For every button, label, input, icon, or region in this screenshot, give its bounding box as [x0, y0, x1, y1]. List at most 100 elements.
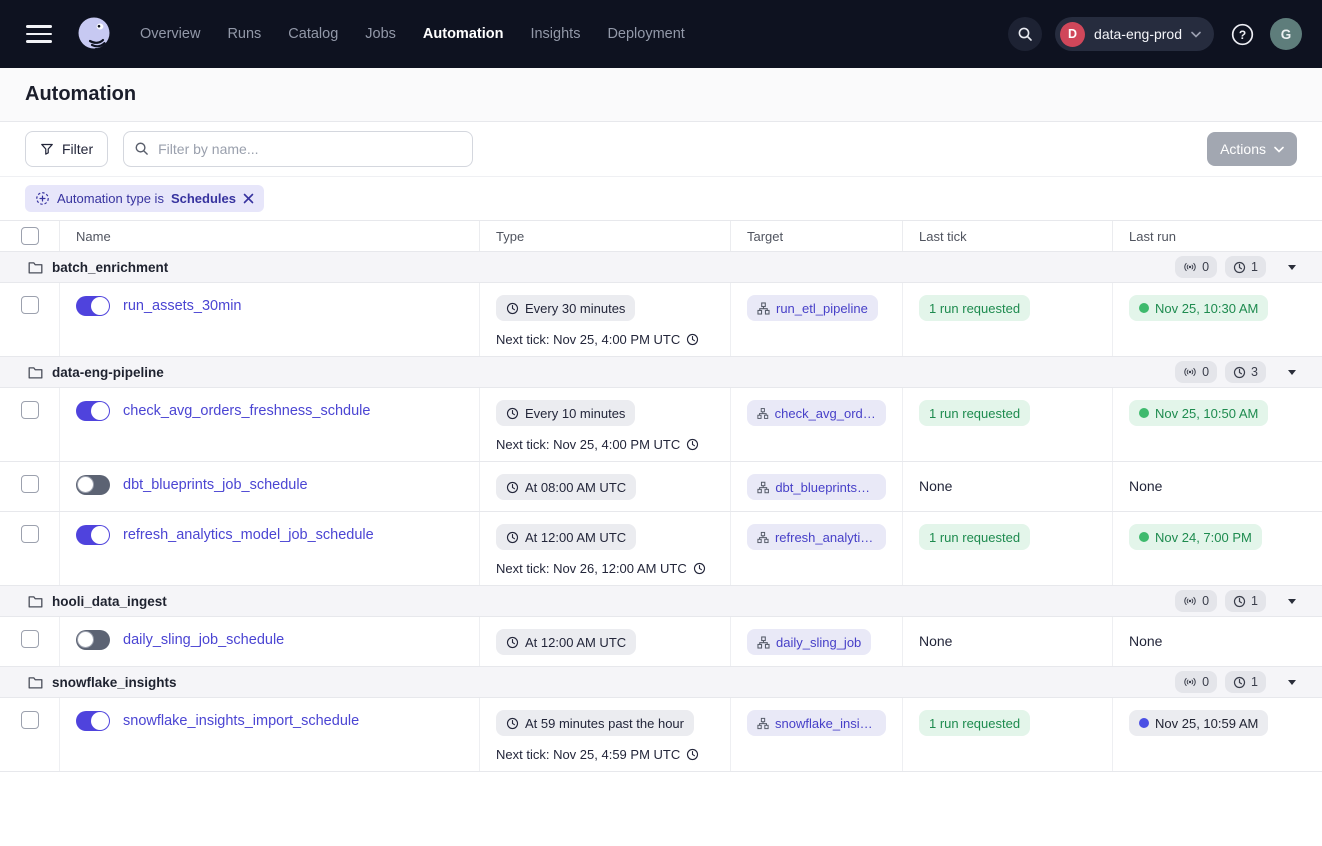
group-sensor-count: 0 — [1202, 594, 1209, 608]
chevron-down-icon — [1274, 146, 1284, 153]
schedule-row: dbt_blueprints_job_schedule At 08:00 AM … — [0, 462, 1322, 512]
schedule-name-link[interactable]: dbt_blueprints_job_schedule — [123, 475, 308, 495]
group-row[interactable]: snowflake_insights 0 1 — [0, 667, 1322, 698]
run-status-dot — [1139, 303, 1149, 313]
nav-item-automation[interactable]: Automation — [423, 26, 504, 42]
folder-icon — [28, 676, 43, 689]
last-run-pill[interactable]: Nov 24, 7:00 PM — [1129, 524, 1262, 550]
sensor-count-badge: 0 — [1175, 590, 1217, 612]
next-tick: Next tick: Nov 25, 4:00 PM UTC — [496, 332, 714, 347]
schedule-name-link[interactable]: refresh_analytics_model_job_schedule — [123, 525, 374, 545]
search-icon — [134, 141, 149, 156]
group-row[interactable]: hooli_data_ingest 0 1 — [0, 586, 1322, 617]
schedule-toggle[interactable] — [76, 630, 110, 650]
last-tick-cell: 1 run requested — [903, 388, 1113, 461]
last-run-pill[interactable]: Nov 25, 10:30 AM — [1129, 295, 1268, 321]
search-icon — [1017, 26, 1033, 42]
clock-icon — [1233, 366, 1246, 379]
group-expand-caret[interactable] — [1288, 265, 1296, 270]
job-graph-icon — [757, 636, 770, 649]
schedule-name-link[interactable]: snowflake_insights_import_schedule — [123, 711, 359, 731]
automation-type-filter-chip[interactable]: Automation type is Schedules — [25, 185, 264, 212]
last-tick-label: 1 run requested — [929, 406, 1020, 421]
nav-item-insights[interactable]: Insights — [530, 26, 580, 42]
group-schedule-count: 1 — [1251, 260, 1258, 274]
schedule-type-label: At 12:00 AM UTC — [525, 635, 626, 650]
last-tick-cell: 1 run requested — [903, 512, 1113, 585]
last-run-cell: Nov 25, 10:59 AM — [1113, 698, 1322, 771]
group-row[interactable]: batch_enrichment 0 1 — [0, 252, 1322, 283]
nav-item-overview[interactable]: Overview — [140, 26, 200, 42]
clock-icon — [506, 302, 519, 315]
target-pill[interactable]: snowflake_insights — [747, 710, 886, 736]
help-button[interactable]: ? — [1227, 19, 1257, 49]
nav-item-deployment[interactable]: Deployment — [607, 26, 684, 42]
last-tick-pill: 1 run requested — [919, 295, 1030, 321]
last-tick-cell: None — [903, 617, 1113, 666]
last-tick-label: 1 run requested — [929, 530, 1020, 545]
target-pill[interactable]: check_avg_orders_ — [747, 400, 886, 426]
user-avatar[interactable]: G — [1270, 18, 1302, 50]
last-run-pill[interactable]: Nov 25, 10:50 AM — [1129, 400, 1268, 426]
next-tick-label: Next tick: Nov 26, 12:00 AM UTC — [496, 561, 687, 576]
last-run-cell: None — [1113, 462, 1322, 511]
hamburger-menu-icon[interactable] — [26, 25, 52, 43]
group-row[interactable]: data-eng-pipeline 0 3 — [0, 357, 1322, 388]
schedule-row: check_avg_orders_freshness_schdule Every… — [0, 388, 1322, 462]
row-checkbox[interactable] — [21, 475, 39, 493]
target-pill[interactable]: dbt_blueprints_job — [747, 474, 886, 500]
last-tick-pill: 1 run requested — [919, 524, 1030, 550]
row-checkbox[interactable] — [21, 296, 39, 314]
target-pill[interactable]: daily_sling_job — [747, 629, 871, 655]
filter-chip-value: Schedules — [171, 191, 236, 206]
schedule-toggle[interactable] — [76, 401, 110, 421]
job-graph-icon — [757, 481, 769, 494]
schedule-type-label: At 59 minutes past the hour — [525, 716, 684, 731]
nav-item-runs[interactable]: Runs — [227, 26, 261, 42]
nav-item-catalog[interactable]: Catalog — [288, 26, 338, 42]
group-expand-caret[interactable] — [1288, 599, 1296, 604]
target-pill[interactable]: refresh_analytics_r — [747, 524, 886, 550]
nav-item-jobs[interactable]: Jobs — [365, 26, 396, 42]
column-header-type: Type — [480, 221, 731, 251]
schedule-type-pill: Every 30 minutes — [496, 295, 635, 321]
last-run-cell: None — [1113, 617, 1322, 666]
schedule-row: snowflake_insights_import_schedule At 59… — [0, 698, 1322, 772]
select-all-checkbox[interactable] — [21, 227, 39, 245]
schedule-type-label: Every 10 minutes — [525, 406, 625, 421]
schedule-row: run_assets_30min Every 30 minutes Next t… — [0, 283, 1322, 357]
group-expand-caret[interactable] — [1288, 370, 1296, 375]
deployment-switcher[interactable]: D data-eng-prod — [1055, 17, 1214, 51]
filter-button[interactable]: Filter — [25, 131, 108, 167]
schedule-name-link[interactable]: daily_sling_job_schedule — [123, 630, 284, 650]
row-checkbox[interactable] — [21, 630, 39, 648]
name-filter-input[interactable] — [123, 131, 473, 167]
schedule-toggle[interactable] — [76, 525, 110, 545]
group-schedule-count: 1 — [1251, 594, 1258, 608]
schedule-name-link[interactable]: run_assets_30min — [123, 296, 242, 316]
sensor-count-badge: 0 — [1175, 361, 1217, 383]
schedule-count-badge: 3 — [1225, 361, 1266, 383]
row-checkbox[interactable] — [21, 401, 39, 419]
last-run-cell: Nov 24, 7:00 PM — [1113, 512, 1322, 585]
group-expand-caret[interactable] — [1288, 680, 1296, 685]
schedule-toggle[interactable] — [76, 475, 110, 495]
schedule-name-link[interactable]: check_avg_orders_freshness_schdule — [123, 401, 370, 421]
run-status-dot — [1139, 408, 1149, 418]
schedule-count-badge: 1 — [1225, 671, 1266, 693]
schedule-toggle[interactable] — [76, 296, 110, 316]
actions-button[interactable]: Actions — [1207, 132, 1297, 166]
last-run-pill[interactable]: Nov 25, 10:59 AM — [1129, 710, 1268, 736]
schedule-toggle[interactable] — [76, 711, 110, 731]
toolbar: Filter Actions — [0, 122, 1322, 177]
clock-icon — [506, 407, 519, 420]
row-checkbox[interactable] — [21, 711, 39, 729]
group-name: data-eng-pipeline — [52, 365, 164, 380]
dagster-logo[interactable] — [74, 14, 114, 54]
primary-nav: Overview Runs Catalog Jobs Automation Insight… — [140, 26, 685, 42]
row-checkbox[interactable] — [21, 525, 39, 543]
remove-filter-icon[interactable] — [243, 193, 254, 204]
target-pill[interactable]: run_etl_pipeline — [747, 295, 878, 321]
top-nav: Overview Runs Catalog Jobs Automation Insight… — [0, 0, 1322, 68]
search-button[interactable] — [1008, 17, 1042, 51]
